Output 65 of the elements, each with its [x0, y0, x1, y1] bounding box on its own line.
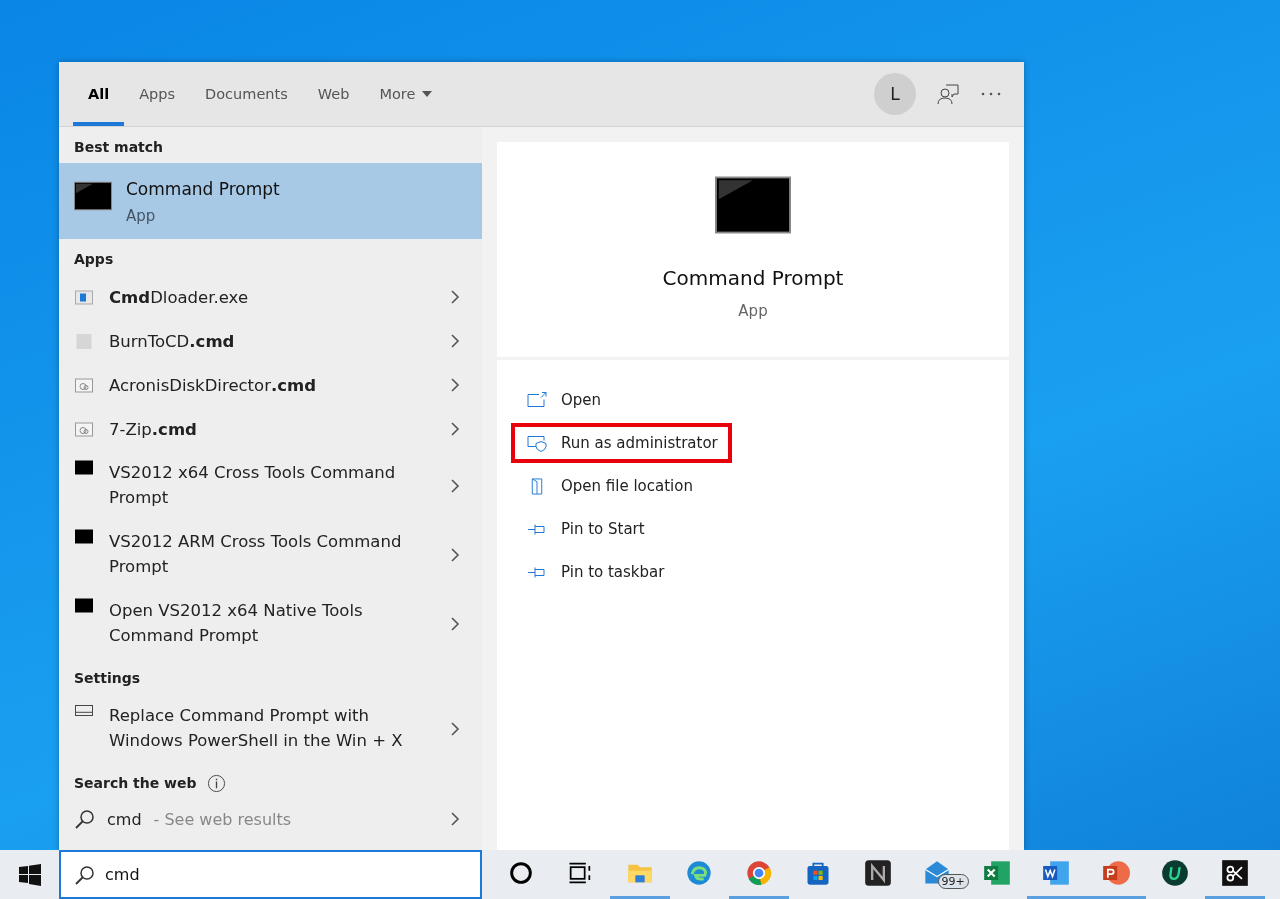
section-heading: Best match [73, 138, 165, 157]
count-badge: 99+ [937, 874, 969, 889]
blank-file-icon [75, 333, 93, 349]
scissors-icon[interactable] [1220, 859, 1249, 887]
info-icon[interactable] [206, 773, 226, 793]
console-icon [75, 598, 93, 613]
search-input[interactable]: cmd [105, 865, 480, 884]
slides-icon[interactable] [1101, 859, 1130, 887]
tab[interactable]: Web [302, 66, 365, 126]
console-icon [715, 174, 791, 236]
taskbar-button[interactable]: 99+ [907, 850, 967, 899]
best-match-item[interactable]: Command Prompt App [59, 163, 482, 239]
section-heading: Search the web [73, 774, 197, 793]
more-options-icon[interactable] [980, 91, 1002, 97]
result-item[interactable]: BurnToCD.cmd [59, 319, 482, 363]
search-icon [75, 809, 95, 829]
tab[interactable]: Apps [124, 66, 191, 126]
action-item[interactable]: Pin to taskbar [511, 552, 679, 592]
console-icon [75, 460, 93, 475]
document-icon[interactable] [1042, 859, 1071, 887]
account-avatar[interactable]: L [874, 73, 916, 115]
console-icon [74, 181, 112, 211]
action-item[interactable]: Open file location [511, 466, 707, 506]
chevron-right-icon [451, 812, 460, 826]
chevron-right-icon [451, 422, 460, 436]
letter-circle-icon[interactable] [1161, 859, 1190, 887]
shield-icon [527, 434, 547, 452]
browser-icon[interactable] [744, 859, 773, 887]
chevron-right-icon [451, 478, 460, 493]
windows-logo-icon[interactable] [19, 863, 41, 886]
gear-window-icon [75, 421, 93, 437]
wave-circle-icon[interactable] [685, 859, 714, 887]
spreadsheet-icon[interactable] [982, 859, 1011, 887]
action-item[interactable]: Run as administrator [511, 423, 732, 463]
section-heading: Apps [73, 250, 115, 269]
section-heading: Settings [73, 669, 142, 688]
tab[interactable]: Documents [190, 66, 303, 126]
chevron-right-icon [451, 334, 460, 348]
action-item[interactable]: Open [511, 380, 616, 420]
feedback-icon[interactable] [936, 82, 960, 106]
web-result-item[interactable]: cmd - See web results [59, 799, 482, 839]
console-icon [75, 529, 93, 544]
monitor-icon [75, 703, 93, 718]
result-item[interactable]: CmdDloader.exe [59, 275, 482, 319]
chevron-right-icon [451, 378, 460, 392]
chevron-right-icon [451, 547, 460, 562]
letter-tile-icon[interactable] [863, 859, 892, 887]
chevron-right-icon [451, 290, 460, 304]
app-title: Command Prompt [662, 266, 844, 290]
search-field[interactable]: cmd [59, 850, 482, 899]
result-item[interactable]: AcronisDiskDirector.cmd [59, 363, 482, 407]
app-type: App [738, 302, 768, 320]
chevron-right-icon [451, 616, 460, 631]
chevron-right-icon [451, 721, 460, 736]
gear-window-icon [75, 377, 93, 393]
result-item[interactable]: VS2012 x64 Cross Tools Command Prompt [59, 451, 482, 520]
result-item[interactable]: Replace Command Prompt with Windows PowerShell in the Win + X [59, 694, 482, 763]
result-item[interactable]: Open VS2012 x64 Native Tools Command Prompt [59, 589, 482, 658]
result-item[interactable]: VS2012 ARM Cross Tools Command Prompt [59, 520, 482, 589]
result-item[interactable]: 7-Zip.cmd [59, 407, 482, 451]
open-window-icon [527, 391, 547, 409]
window-icon [75, 289, 93, 305]
tab[interactable]: More [364, 66, 448, 126]
action-item[interactable]: Pin to Start [511, 509, 659, 549]
search-icon [75, 864, 95, 885]
